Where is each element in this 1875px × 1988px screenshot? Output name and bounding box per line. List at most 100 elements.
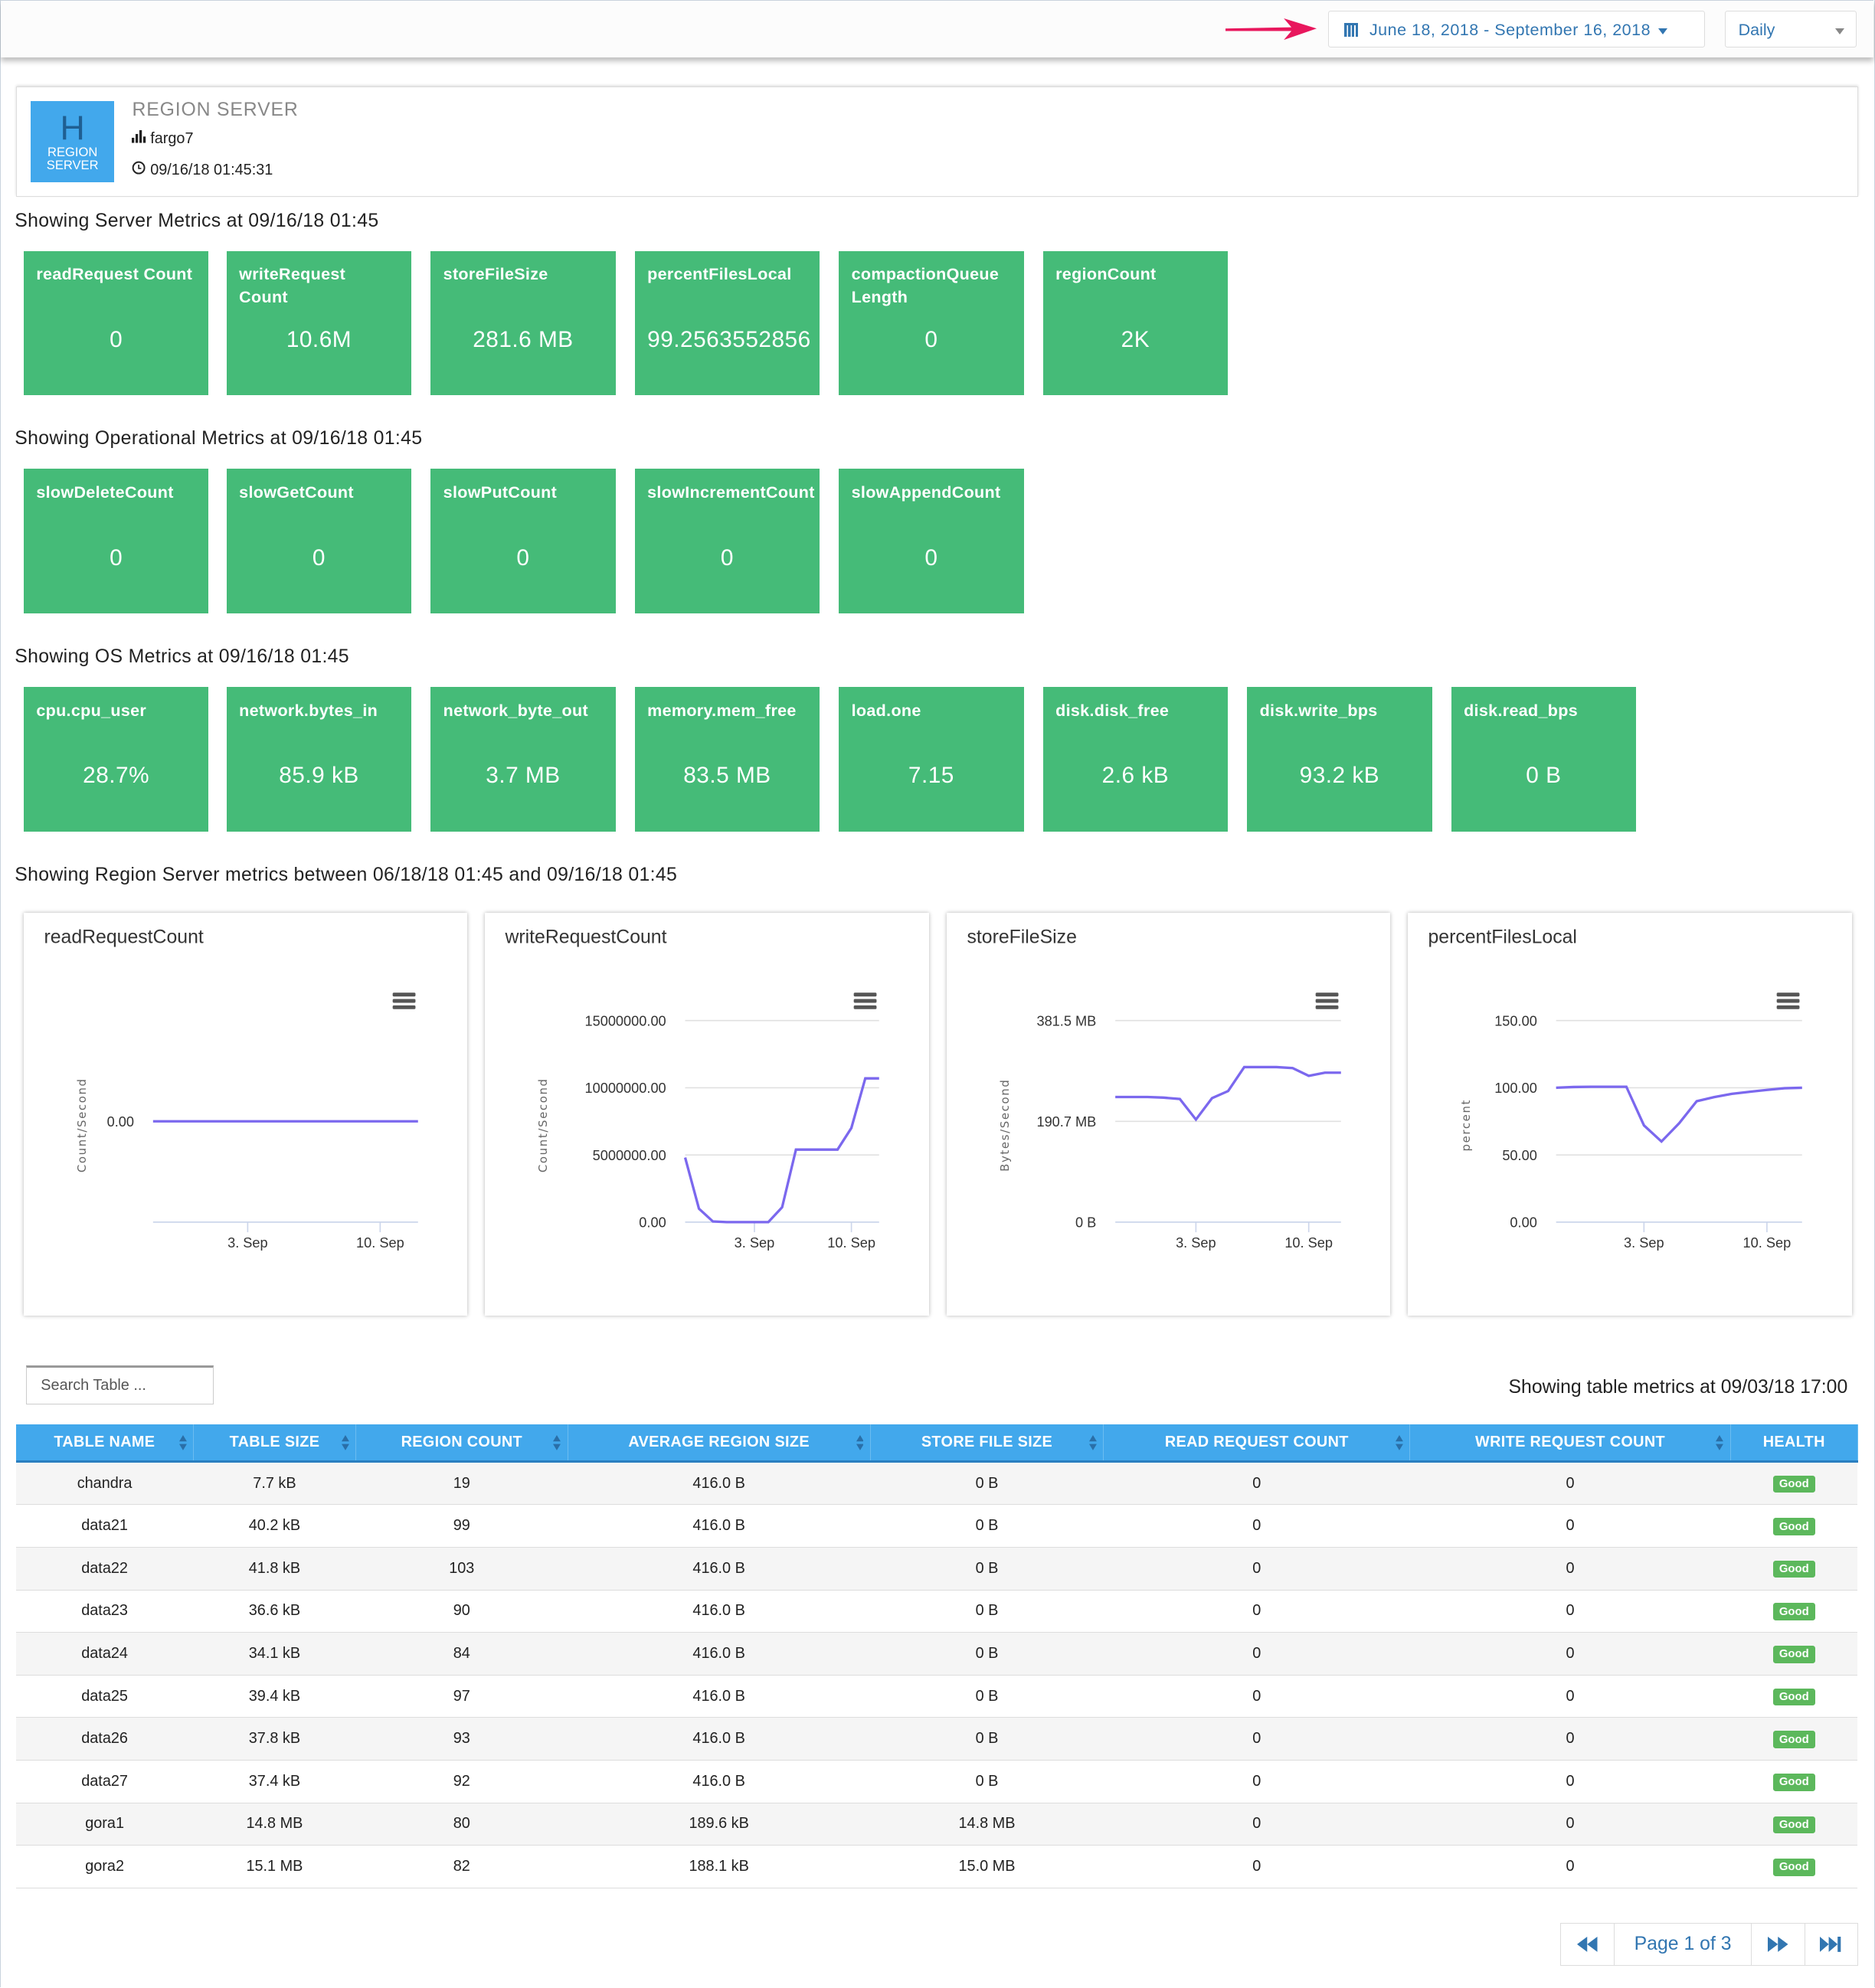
table-row[interactable]: data25 39.4 kB 97 416.0 B 0 B 0 0 Good	[15, 1675, 1858, 1718]
column-header[interactable]: TABLE NAME	[15, 1424, 194, 1463]
cell-value: 0 B	[975, 1645, 999, 1663]
metric-value: 0	[110, 544, 123, 571]
cell-value: 0 B	[975, 1474, 999, 1492]
table-row[interactable]: data24 34.1 kB 84 416.0 B 0 B 0 0 Good	[15, 1632, 1858, 1676]
cell-value: 189.6 kB	[689, 1815, 749, 1833]
metric-label: regionCount	[1055, 265, 1157, 284]
date-range-picker[interactable]: June 18, 2018 - September 16, 2018	[1327, 11, 1705, 48]
y-tick-label: 0 B	[1075, 1215, 1096, 1230]
operational-metrics-title: Showing Operational Metrics at 09/16/18 …	[15, 428, 423, 450]
table-cell: 0	[1103, 1504, 1410, 1548]
cell-value: 39.4 kB	[248, 1687, 301, 1705]
metric-tile: slowPutCount 0	[430, 469, 616, 614]
table-row[interactable]: data22 41.8 kB 103 416.0 B 0 B 0 0 Good	[15, 1547, 1858, 1591]
metric-value: 0	[110, 327, 123, 353]
column-header[interactable]: WRITE REQUEST COUNT	[1409, 1424, 1731, 1463]
health-badge: Good	[1772, 1518, 1815, 1535]
table-cell: 0 B	[870, 1675, 1104, 1718]
table-row[interactable]: gora2 15.1 MB 82 188.1 kB 15.0 MB 0 0 Good	[15, 1845, 1858, 1888]
hamburger-menu-icon[interactable]	[853, 992, 877, 1009]
cell-value: 416.0 B	[692, 1687, 745, 1705]
table-cell: data23	[15, 1590, 194, 1633]
logo-line2: SERVER	[46, 157, 99, 172]
table-cell: 0	[1103, 1675, 1410, 1718]
metric-value: 0	[924, 327, 938, 353]
timestamp: 09/16/18 01:45:31	[150, 161, 273, 178]
double-chevron-right-icon	[1768, 1937, 1788, 1952]
metric-value: 0 B	[1526, 763, 1562, 789]
cell-value: data27	[81, 1772, 128, 1790]
y-tick-label: 381.5 MB	[1036, 1013, 1096, 1028]
x-tick-label: 3. Sep	[1176, 1235, 1216, 1251]
table-row[interactable]: data27 37.4 kB 92 416.0 B 0 B 0 0 Good	[15, 1760, 1858, 1803]
hamburger-menu-icon[interactable]	[1315, 992, 1339, 1009]
health-badge: Good	[1772, 1603, 1815, 1621]
column-header[interactable]: HEALTH	[1730, 1424, 1858, 1463]
cell-value: 0	[1252, 1772, 1261, 1790]
first-page-button[interactable]	[1561, 1923, 1615, 1966]
chart-title: percentFilesLocal	[1428, 927, 1577, 947]
interval-select[interactable]: Daily	[1725, 11, 1857, 48]
y-tick-label: 0.00	[640, 1215, 666, 1230]
column-header[interactable]: TABLE SIZE	[193, 1424, 357, 1463]
line-chart: storeFileSize 0 B 190.7 MB 381.5 MB 3. Sep 10…	[967, 927, 1341, 1251]
sort-icon	[856, 1434, 864, 1450]
table-cell: 416.0 B	[568, 1717, 871, 1761]
table-cell: Good	[1730, 1590, 1858, 1633]
bar-chart-icon	[132, 130, 146, 143]
table-cell: 39.4 kB	[193, 1675, 356, 1718]
table-cell: data21	[15, 1504, 194, 1548]
table-row[interactable]: data21 40.2 kB 99 416.0 B 0 B 0 0 Good	[15, 1504, 1858, 1548]
hamburger-menu-icon[interactable]	[1776, 992, 1800, 1009]
column-header[interactable]: REGION COUNT	[355, 1424, 568, 1463]
last-page-button[interactable]	[1805, 1924, 1857, 1965]
table-cell: 15.1 MB	[193, 1845, 356, 1888]
metric-value: 28.7%	[83, 763, 150, 789]
metric-value: 281.6 MB	[473, 327, 574, 353]
metric-label: slowAppendCount	[851, 482, 1001, 502]
cell-value: data22	[81, 1559, 128, 1577]
table-row[interactable]: data23 36.6 kB 90 416.0 B 0 B 0 0 Good	[15, 1590, 1858, 1633]
table-cell: 14.8 MB	[870, 1803, 1104, 1846]
table-cell: 416.0 B	[568, 1675, 871, 1718]
table-cell: 0 B	[870, 1504, 1104, 1548]
table-cell: 19	[355, 1461, 568, 1506]
column-header[interactable]: AVERAGE REGION SIZE	[568, 1424, 871, 1463]
x-tick-label: 3. Sep	[735, 1235, 775, 1251]
column-header[interactable]: READ REQUEST COUNT	[1103, 1424, 1411, 1463]
cell-value: 19	[453, 1474, 470, 1492]
table-cell: 0	[1103, 1547, 1410, 1591]
cell-value: 0	[1252, 1858, 1261, 1875]
search-table-input[interactable]	[26, 1365, 214, 1404]
metric-tile: slowDeleteCount 0	[23, 469, 209, 614]
column-header[interactable]: STORE FILE SIZE	[870, 1424, 1104, 1463]
metric-label: slowIncrementCount	[647, 482, 815, 502]
metric-tile: disk.disk_free 2.6 kB	[1042, 687, 1229, 832]
health-badge: Good	[1772, 1859, 1815, 1876]
table-row[interactable]: data26 37.8 kB 93 416.0 B 0 B 0 0 Good	[15, 1717, 1858, 1761]
table-cell: 0	[1409, 1461, 1731, 1506]
table-cell: data22	[15, 1547, 194, 1591]
table-cell: 416.0 B	[568, 1504, 871, 1548]
cell-value: 103	[449, 1559, 475, 1577]
y-axis-label: Count/Second	[536, 1077, 550, 1172]
cell-value: 34.1 kB	[248, 1645, 301, 1663]
hamburger-menu-icon[interactable]	[392, 992, 416, 1009]
table-cell: Good	[1730, 1803, 1858, 1846]
table-row[interactable]: chandra 7.7 kB 19 416.0 B 0 B 0 0 Good	[15, 1461, 1858, 1506]
x-tick-label: 10. Sep	[1743, 1235, 1792, 1251]
metric-label: slowGetCount	[239, 482, 354, 502]
series-line	[1114, 1065, 1341, 1122]
table-cell: 0	[1103, 1590, 1410, 1633]
health-badge: Good	[1772, 1773, 1815, 1791]
host-row: fargo7	[132, 130, 194, 148]
cell-value: 0	[1252, 1517, 1261, 1535]
cell-value: 0	[1252, 1730, 1261, 1748]
sort-icon	[1089, 1434, 1097, 1450]
cell-value: 0	[1252, 1645, 1261, 1663]
table-row[interactable]: gora1 14.8 MB 80 189.6 kB 14.8 MB 0 0 Good	[15, 1803, 1858, 1846]
series-line	[684, 1077, 880, 1224]
table-cell: 0 B	[870, 1547, 1104, 1591]
cell-value: 92	[453, 1772, 470, 1790]
next-page-button[interactable]	[1752, 1923, 1806, 1966]
